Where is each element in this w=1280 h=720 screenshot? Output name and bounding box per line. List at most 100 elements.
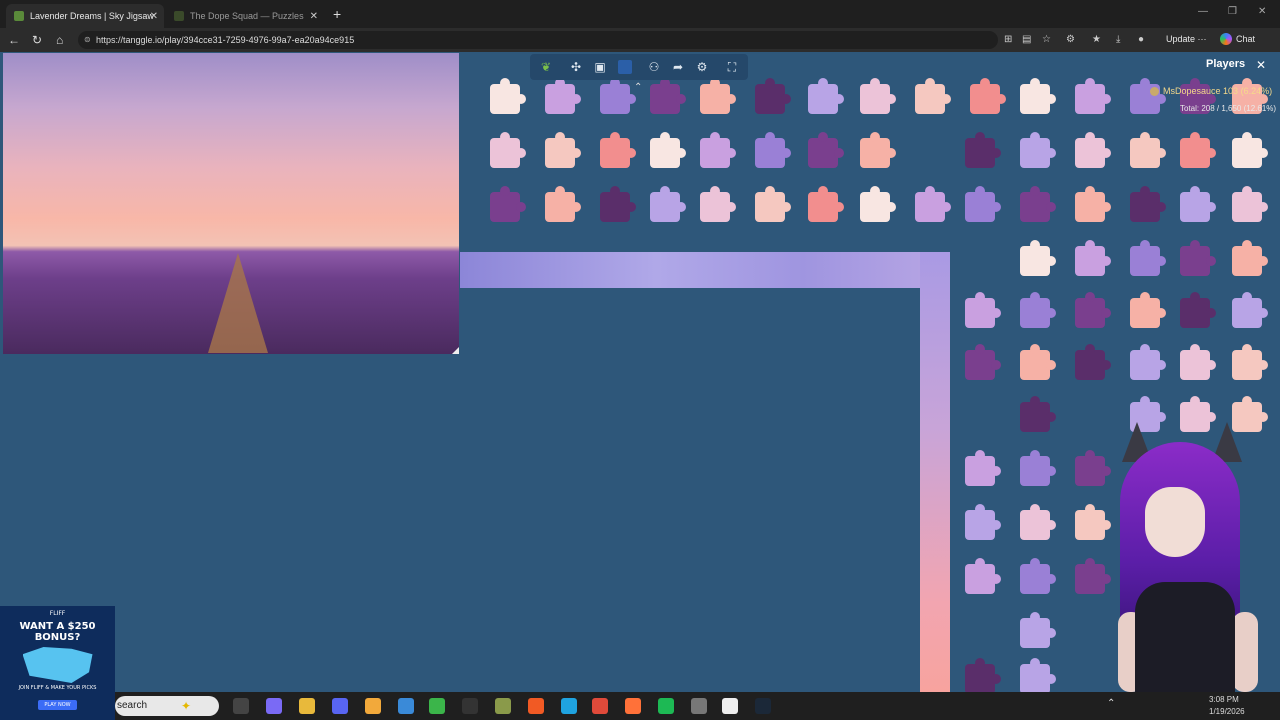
puzzle-piece[interactable]	[965, 186, 1001, 222]
puzzle-piece[interactable]	[808, 132, 844, 168]
firefox-icon[interactable]	[625, 698, 641, 714]
puzzle-piece[interactable]	[860, 186, 896, 222]
puzzle-canvas[interactable]: ❦ ✣ ▣ ⚇ ➦ ⚙ ⛶ ⌃ Players ✕ MsDopesauce 10…	[0, 52, 1280, 692]
puzzle-piece[interactable]	[700, 186, 736, 222]
puzzle-piece[interactable]	[1020, 612, 1056, 648]
app-icon[interactable]	[398, 698, 414, 714]
puzzle-piece[interactable]	[1180, 186, 1216, 222]
minimize-icon[interactable]: —	[1198, 6, 1208, 17]
taskbar-search[interactable]: search ✦	[115, 696, 219, 716]
puzzle-piece[interactable]	[650, 132, 686, 168]
url-field[interactable]: ⊜ https://tanggle.io/play/394cce31-7259-…	[78, 31, 998, 49]
app-icon[interactable]	[691, 698, 707, 714]
new-tab-icon[interactable]: +	[333, 6, 341, 22]
puzzle-piece[interactable]	[970, 78, 1006, 114]
puzzle-piece[interactable]	[1180, 292, 1216, 328]
puzzle-piece[interactable]	[1020, 292, 1056, 328]
puzzle-piece[interactable]	[700, 132, 736, 168]
puzzle-piece[interactable]	[1130, 132, 1166, 168]
puzzle-piece[interactable]	[755, 186, 791, 222]
puzzle-piece[interactable]	[1130, 292, 1166, 328]
puzzle-piece[interactable]	[545, 78, 581, 114]
puzzle-piece[interactable]	[1180, 344, 1216, 380]
resize-handle[interactable]	[452, 347, 459, 354]
puzzle-piece[interactable]	[1020, 558, 1056, 594]
puzzle-piece[interactable]	[965, 344, 1001, 380]
puzzle-piece[interactable]	[1020, 450, 1056, 486]
puzzle-piece[interactable]	[965, 504, 1001, 540]
puzzle-piece[interactable]	[700, 78, 736, 114]
close-tab-icon[interactable]: ✕	[310, 11, 318, 22]
apps-icon[interactable]: ⊞	[1004, 34, 1012, 45]
puzzle-piece[interactable]	[600, 132, 636, 168]
puzzle-piece[interactable]	[965, 558, 1001, 594]
puzzle-piece[interactable]	[1075, 344, 1111, 380]
puzzle-piece[interactable]	[1130, 240, 1166, 276]
back-icon[interactable]: ←	[8, 33, 20, 47]
puzzle-piece[interactable]	[1075, 132, 1111, 168]
puzzle-piece[interactable]	[1020, 186, 1056, 222]
puzzle-piece[interactable]	[1180, 132, 1216, 168]
spotify-icon[interactable]	[658, 698, 674, 714]
puzzle-piece[interactable]	[860, 132, 896, 168]
puzzle-piece[interactable]	[1130, 344, 1166, 380]
puzzle-piece[interactable]	[650, 186, 686, 222]
refresh-icon[interactable]: ↻	[32, 33, 42, 47]
site-info-icon[interactable]: ⊜	[84, 31, 91, 49]
puzzle-piece[interactable]	[1075, 240, 1111, 276]
puzzle-piece[interactable]	[965, 450, 1001, 486]
leaf-icon[interactable]: ❦	[538, 59, 554, 75]
tab-dope-squad[interactable]: The Dope Squad — Puzzles ✕	[166, 4, 324, 28]
puzzle-piece[interactable]	[1020, 240, 1056, 276]
task-view-icon[interactable]	[233, 698, 249, 714]
puzzle-piece[interactable]	[965, 132, 1001, 168]
copilot-app-icon[interactable]	[266, 698, 282, 714]
puzzle-piece[interactable]	[490, 132, 526, 168]
brave-icon[interactable]	[528, 698, 544, 714]
puzzle-piece[interactable]	[1020, 132, 1056, 168]
edge-icon[interactable]	[561, 698, 577, 714]
puzzle-piece[interactable]	[600, 186, 636, 222]
close-players-icon[interactable]: ✕	[1256, 58, 1266, 72]
image-icon[interactable]: ▣	[592, 59, 608, 75]
puzzle-piece[interactable]	[965, 292, 1001, 328]
fullscreen-icon[interactable]: ⛶	[724, 59, 740, 75]
reader-icon[interactable]: ▤	[1022, 34, 1031, 45]
share-icon[interactable]: ➦	[670, 59, 686, 75]
extensions-icon[interactable]: ⚙	[1066, 34, 1075, 45]
puzzle-piece[interactable]	[808, 78, 844, 114]
system-clock[interactable]: 3:08 PM 1/19/2026	[1209, 694, 1245, 718]
assembled-right-edge[interactable]	[920, 252, 950, 692]
puzzle-piece[interactable]	[915, 78, 951, 114]
settings-icon[interactable]: ⚙	[694, 59, 710, 75]
app-icon[interactable]	[495, 698, 511, 714]
puzzle-piece[interactable]	[755, 132, 791, 168]
app-icon[interactable]	[365, 698, 381, 714]
maximize-icon[interactable]: ❐	[1228, 6, 1237, 17]
discord-icon[interactable]	[332, 698, 348, 714]
puzzle-piece[interactable]	[650, 78, 686, 114]
show-hidden-icons[interactable]: ⌃	[1107, 698, 1115, 709]
puzzle-piece[interactable]	[1020, 504, 1056, 540]
home-icon[interactable]: ⌂	[56, 33, 63, 47]
puzzle-piece[interactable]	[1020, 658, 1056, 692]
tab-lavender-dreams[interactable]: Lavender Dreams | Sky Jigsaw ✕	[6, 4, 164, 28]
puzzle-piece[interactable]	[490, 78, 526, 114]
chrome-icon[interactable]	[592, 698, 608, 714]
h-app-icon[interactable]	[429, 698, 445, 714]
puzzle-piece-icon[interactable]: ✣	[568, 59, 584, 75]
update-button[interactable]: Update ···	[1166, 34, 1207, 44]
assembled-top-edge[interactable]	[460, 252, 950, 288]
close-tab-icon[interactable]: ✕	[150, 11, 158, 22]
puzzle-piece[interactable]	[1020, 396, 1056, 432]
puzzle-piece[interactable]	[808, 186, 844, 222]
profile-avatar[interactable]: ●	[1138, 34, 1144, 45]
puzzle-piece[interactable]	[965, 658, 1001, 692]
puzzle-piece[interactable]	[755, 78, 791, 114]
puzzle-piece[interactable]	[1232, 240, 1268, 276]
downloads-icon[interactable]: ⤓	[1116, 34, 1120, 45]
app-icon[interactable]	[722, 698, 738, 714]
puzzle-piece[interactable]	[1180, 240, 1216, 276]
puzzle-piece[interactable]	[1020, 78, 1056, 114]
puzzle-piece[interactable]	[1075, 78, 1111, 114]
